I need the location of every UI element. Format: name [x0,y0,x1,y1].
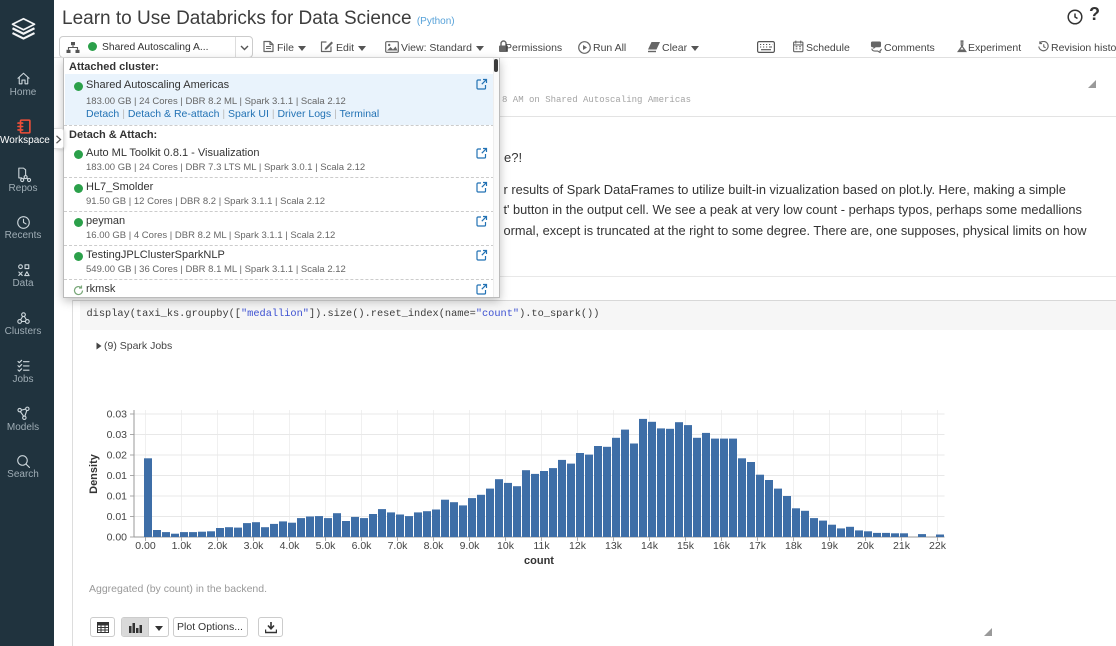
svg-text:0.02: 0.02 [107,450,128,462]
svg-text:Density: Density [88,453,100,494]
svg-text:2.0k: 2.0k [208,540,229,552]
svg-text:4.0k: 4.0k [280,540,301,552]
svg-text:0.00: 0.00 [135,540,156,552]
svg-text:6.0k: 6.0k [352,540,373,552]
svg-text:0.00: 0.00 [107,532,128,544]
svg-text:13k: 13k [605,540,623,552]
svg-text:15k: 15k [677,540,695,552]
svg-text:18k: 18k [785,540,803,552]
svg-text:0.01: 0.01 [107,511,128,523]
svg-text:0.01: 0.01 [107,491,128,503]
svg-text:21k: 21k [893,540,911,552]
svg-text:0.03: 0.03 [107,429,128,441]
svg-text:1.0k: 1.0k [172,540,193,552]
svg-text:7.0k: 7.0k [388,540,409,552]
svg-text:0.03: 0.03 [107,409,128,421]
svg-text:17k: 17k [749,540,767,552]
svg-text:8.0k: 8.0k [424,540,445,552]
svg-text:12k: 12k [569,540,587,552]
svg-text:20k: 20k [857,540,875,552]
svg-text:10k: 10k [497,540,515,552]
svg-text:count: count [524,555,554,567]
svg-text:22k: 22k [929,540,947,552]
svg-text:11k: 11k [533,540,550,552]
svg-text:5.0k: 5.0k [316,540,337,552]
svg-text:3.0k: 3.0k [244,540,265,552]
svg-text:0.01: 0.01 [107,470,128,482]
svg-text:14k: 14k [641,540,659,552]
svg-text:16k: 16k [713,540,731,552]
svg-text:9.0k: 9.0k [460,540,481,552]
svg-text:19k: 19k [821,540,839,552]
